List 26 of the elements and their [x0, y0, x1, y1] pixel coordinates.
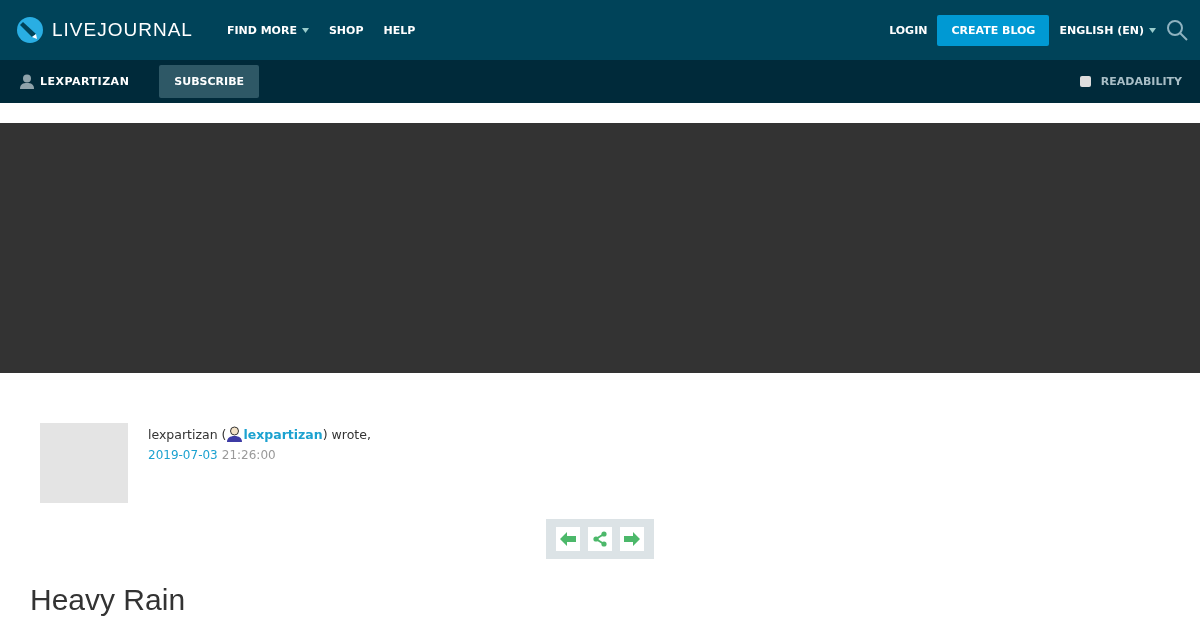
readability-label: READABILITY — [1100, 75, 1182, 88]
previous-button[interactable] — [556, 527, 580, 551]
nav-link[interactable]: HELP — [383, 23, 416, 37]
readability-checkbox[interactable] — [1079, 76, 1091, 87]
caret-icon — [301, 27, 309, 33]
arrow-left-icon — [560, 532, 576, 546]
nav-link[interactable]: SHOP — [328, 23, 364, 37]
username-link[interactable]: LEXPARTIZAN — [40, 75, 130, 88]
time-text: 21:26:00 — [221, 448, 276, 462]
next-button[interactable] — [620, 527, 644, 551]
logo-icon — [16, 16, 44, 44]
nav-link[interactable]: FIND MORE — [226, 23, 309, 37]
share-icon — [592, 531, 608, 547]
subscribe-button[interactable]: SUBSCRIBE — [159, 65, 260, 98]
language-selector[interactable]: ENGLISH (EN) — [1059, 23, 1156, 37]
arrow-right-icon — [624, 532, 640, 546]
search-icon[interactable] — [1166, 19, 1188, 41]
byline-text: ) wrote, — [322, 426, 371, 442]
caret-icon — [1149, 27, 1156, 33]
login-link[interactable]: LOGIN — [889, 23, 928, 37]
byline-text: lexpartizan ( — [148, 426, 227, 442]
user-icon — [226, 426, 244, 442]
logo-text[interactable]: LIVEJOURNAL — [52, 19, 193, 41]
user-icon — [20, 74, 34, 89]
share-button[interactable] — [588, 527, 612, 551]
entry-title: Heavy Rain — [30, 583, 187, 617]
